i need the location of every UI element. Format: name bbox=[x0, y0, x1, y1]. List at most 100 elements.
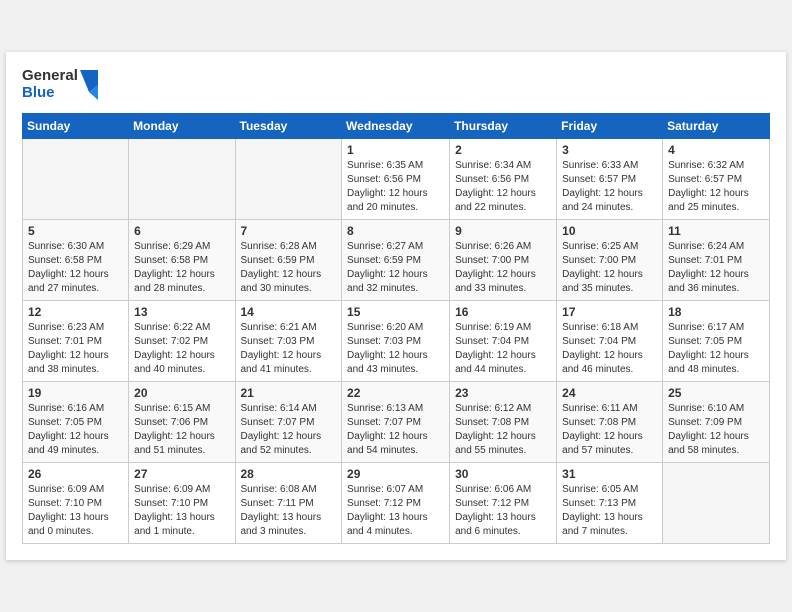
calendar-cell bbox=[129, 139, 235, 220]
calendar-cell bbox=[663, 463, 770, 544]
day-info: Sunrise: 6:33 AM Sunset: 6:57 PM Dayligh… bbox=[562, 159, 657, 215]
calendar-cell: 7 Sunrise: 6:28 AM Sunset: 6:59 PM Daylig… bbox=[235, 220, 342, 301]
calendar-container: General Blue SundayMondayTuesdayWednesda… bbox=[6, 52, 786, 560]
calendar-cell: 22 Sunrise: 6:13 AM Sunset: 7:07 PM Dayli… bbox=[342, 382, 450, 463]
day-info: Sunrise: 6:35 AM Sunset: 6:56 PM Dayligh… bbox=[347, 159, 444, 215]
day-info: Sunrise: 6:32 AM Sunset: 6:57 PM Dayligh… bbox=[668, 159, 764, 215]
day-info: Sunrise: 6:23 AM Sunset: 7:01 PM Dayligh… bbox=[28, 321, 123, 377]
day-number: 26 bbox=[28, 467, 123, 481]
week-row-4: 19 Sunrise: 6:16 AM Sunset: 7:05 PM Dayli… bbox=[23, 382, 770, 463]
day-number: 17 bbox=[562, 305, 657, 319]
calendar-cell: 16 Sunrise: 6:19 AM Sunset: 7:04 PM Dayli… bbox=[450, 301, 557, 382]
day-info: Sunrise: 6:24 AM Sunset: 7:01 PM Dayligh… bbox=[668, 240, 764, 296]
day-info: Sunrise: 6:29 AM Sunset: 6:58 PM Dayligh… bbox=[134, 240, 229, 296]
day-info: Sunrise: 6:07 AM Sunset: 7:12 PM Dayligh… bbox=[347, 483, 444, 539]
day-info: Sunrise: 6:22 AM Sunset: 7:02 PM Dayligh… bbox=[134, 321, 229, 377]
calendar-header: General Blue bbox=[22, 68, 770, 101]
day-number: 30 bbox=[455, 467, 551, 481]
calendar-cell: 26 Sunrise: 6:09 AM Sunset: 7:10 PM Dayli… bbox=[23, 463, 129, 544]
day-number: 8 bbox=[347, 224, 444, 238]
day-info: Sunrise: 6:11 AM Sunset: 7:08 PM Dayligh… bbox=[562, 402, 657, 458]
day-info: Sunrise: 6:17 AM Sunset: 7:05 PM Dayligh… bbox=[668, 321, 764, 377]
weekday-header-sunday: Sunday bbox=[23, 114, 129, 139]
weekday-header-friday: Friday bbox=[557, 114, 663, 139]
calendar-cell bbox=[23, 139, 129, 220]
day-number: 22 bbox=[347, 386, 444, 400]
day-number: 11 bbox=[668, 224, 764, 238]
calendar-cell: 18 Sunrise: 6:17 AM Sunset: 7:05 PM Dayli… bbox=[663, 301, 770, 382]
logo: General Blue bbox=[22, 68, 98, 101]
weekday-header-saturday: Saturday bbox=[663, 114, 770, 139]
calendar-cell: 21 Sunrise: 6:14 AM Sunset: 7:07 PM Dayli… bbox=[235, 382, 342, 463]
calendar-table: SundayMondayTuesdayWednesdayThursdayFrid… bbox=[22, 113, 770, 544]
week-row-2: 5 Sunrise: 6:30 AM Sunset: 6:58 PM Daylig… bbox=[23, 220, 770, 301]
day-number: 10 bbox=[562, 224, 657, 238]
calendar-cell: 27Sunrise: 6:09 AM Sunset: 7:10 PM Dayli… bbox=[129, 463, 235, 544]
day-number: 28 bbox=[241, 467, 337, 481]
week-row-1: 1Sunrise: 6:35 AM Sunset: 6:56 PM Daylig… bbox=[23, 139, 770, 220]
day-info: Sunrise: 6:06 AM Sunset: 7:12 PM Dayligh… bbox=[455, 483, 551, 539]
day-number: 24 bbox=[562, 386, 657, 400]
day-info: Sunrise: 6:20 AM Sunset: 7:03 PM Dayligh… bbox=[347, 321, 444, 377]
calendar-cell: 2 Sunrise: 6:34 AM Sunset: 6:56 PM Daylig… bbox=[450, 139, 557, 220]
calendar-cell: 6 Sunrise: 6:29 AM Sunset: 6:58 PM Daylig… bbox=[129, 220, 235, 301]
day-number: 20 bbox=[134, 386, 229, 400]
day-number: 7 bbox=[241, 224, 337, 238]
calendar-cell: 24 Sunrise: 6:11 AM Sunset: 7:08 PM Dayli… bbox=[557, 382, 663, 463]
calendar-cell: 8 Sunrise: 6:27 AM Sunset: 6:59 PM Daylig… bbox=[342, 220, 450, 301]
day-number: 5 bbox=[28, 224, 123, 238]
logo-svg: General Blue bbox=[22, 68, 98, 101]
calendar-cell: 14Sunrise: 6:21 AM Sunset: 7:03 PM Dayli… bbox=[235, 301, 342, 382]
day-number: 18 bbox=[668, 305, 764, 319]
calendar-cell: 3 Sunrise: 6:33 AM Sunset: 6:57 PM Daylig… bbox=[557, 139, 663, 220]
week-row-3: 12Sunrise: 6:23 AM Sunset: 7:01 PM Dayli… bbox=[23, 301, 770, 382]
calendar-cell: 30 Sunrise: 6:06 AM Sunset: 7:12 PM Dayli… bbox=[450, 463, 557, 544]
day-number: 2 bbox=[455, 143, 551, 157]
weekday-header-wednesday: Wednesday bbox=[342, 114, 450, 139]
day-info: Sunrise: 6:09 AM Sunset: 7:10 PM Dayligh… bbox=[134, 483, 229, 539]
day-number: 14 bbox=[241, 305, 337, 319]
day-info: Sunrise: 6:05 AM Sunset: 7:13 PM Dayligh… bbox=[562, 483, 657, 539]
day-info: Sunrise: 6:30 AM Sunset: 6:58 PM Dayligh… bbox=[28, 240, 123, 296]
calendar-cell bbox=[235, 139, 342, 220]
day-number: 4 bbox=[668, 143, 764, 157]
weekday-header-row: SundayMondayTuesdayWednesdayThursdayFrid… bbox=[23, 114, 770, 139]
day-info: Sunrise: 6:25 AM Sunset: 7:00 PM Dayligh… bbox=[562, 240, 657, 296]
day-number: 3 bbox=[562, 143, 657, 157]
calendar-cell: 25Sunrise: 6:10 AM Sunset: 7:09 PM Dayli… bbox=[663, 382, 770, 463]
day-info: Sunrise: 6:08 AM Sunset: 7:11 PM Dayligh… bbox=[241, 483, 337, 539]
day-info: Sunrise: 6:13 AM Sunset: 7:07 PM Dayligh… bbox=[347, 402, 444, 458]
day-info: Sunrise: 6:16 AM Sunset: 7:05 PM Dayligh… bbox=[28, 402, 123, 458]
day-number: 23 bbox=[455, 386, 551, 400]
day-number: 6 bbox=[134, 224, 229, 238]
day-info: Sunrise: 6:18 AM Sunset: 7:04 PM Dayligh… bbox=[562, 321, 657, 377]
calendar-cell: 28 Sunrise: 6:08 AM Sunset: 7:11 PM Dayli… bbox=[235, 463, 342, 544]
day-info: Sunrise: 6:19 AM Sunset: 7:04 PM Dayligh… bbox=[455, 321, 551, 377]
day-number: 16 bbox=[455, 305, 551, 319]
calendar-cell: 12Sunrise: 6:23 AM Sunset: 7:01 PM Dayli… bbox=[23, 301, 129, 382]
day-info: Sunrise: 6:14 AM Sunset: 7:07 PM Dayligh… bbox=[241, 402, 337, 458]
day-info: Sunrise: 6:34 AM Sunset: 6:56 PM Dayligh… bbox=[455, 159, 551, 215]
day-info: Sunrise: 6:09 AM Sunset: 7:10 PM Dayligh… bbox=[28, 483, 123, 539]
day-number: 31 bbox=[562, 467, 657, 481]
weekday-header-monday: Monday bbox=[129, 114, 235, 139]
day-number: 21 bbox=[241, 386, 337, 400]
day-info: Sunrise: 6:28 AM Sunset: 6:59 PM Dayligh… bbox=[241, 240, 337, 296]
weekday-header-thursday: Thursday bbox=[450, 114, 557, 139]
day-info: Sunrise: 6:12 AM Sunset: 7:08 PM Dayligh… bbox=[455, 402, 551, 458]
day-number: 29 bbox=[347, 467, 444, 481]
calendar-cell: 10 Sunrise: 6:25 AM Sunset: 7:00 PM Dayli… bbox=[557, 220, 663, 301]
calendar-cell: 23 Sunrise: 6:12 AM Sunset: 7:08 PM Dayli… bbox=[450, 382, 557, 463]
calendar-cell: 17 Sunrise: 6:18 AM Sunset: 7:04 PM Dayli… bbox=[557, 301, 663, 382]
calendar-cell: 31 Sunrise: 6:05 AM Sunset: 7:13 PM Dayli… bbox=[557, 463, 663, 544]
week-row-5: 26 Sunrise: 6:09 AM Sunset: 7:10 PM Dayli… bbox=[23, 463, 770, 544]
calendar-cell: 9Sunrise: 6:26 AM Sunset: 7:00 PM Daylig… bbox=[450, 220, 557, 301]
day-number: 13 bbox=[134, 305, 229, 319]
calendar-cell: 20Sunrise: 6:15 AM Sunset: 7:06 PM Dayli… bbox=[129, 382, 235, 463]
calendar-cell: 11 Sunrise: 6:24 AM Sunset: 7:01 PM Dayli… bbox=[663, 220, 770, 301]
day-number: 19 bbox=[28, 386, 123, 400]
day-number: 25 bbox=[668, 386, 764, 400]
calendar-cell: 13 Sunrise: 6:22 AM Sunset: 7:02 PM Dayli… bbox=[129, 301, 235, 382]
day-info: Sunrise: 6:27 AM Sunset: 6:59 PM Dayligh… bbox=[347, 240, 444, 296]
calendar-cell: 4 Sunrise: 6:32 AM Sunset: 6:57 PM Daylig… bbox=[663, 139, 770, 220]
